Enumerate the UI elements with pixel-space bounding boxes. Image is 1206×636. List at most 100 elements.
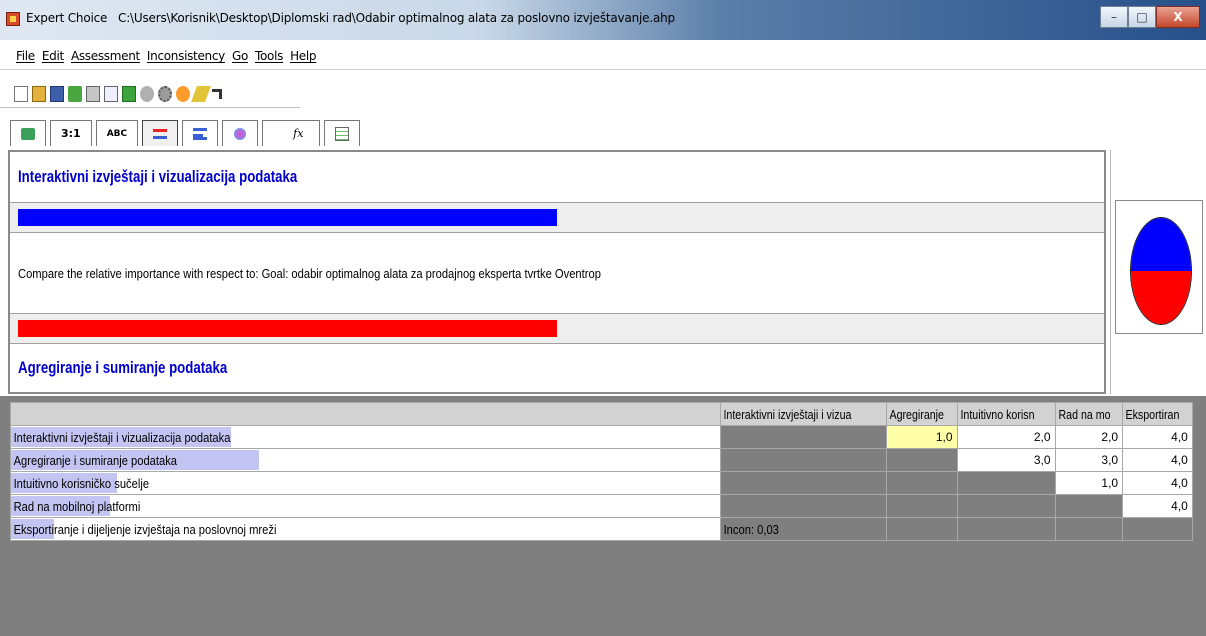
comparison-matrix: Interaktivni izvještaji i vizua Agregira… — [10, 402, 1193, 541]
matrix-cell-disabled — [1054, 494, 1124, 518]
column-header[interactable]: Interaktivni izvještaji i vizua — [720, 402, 887, 426]
redo-icon[interactable] — [176, 85, 190, 102]
column-header[interactable]: Agregiranje — [886, 402, 958, 426]
matrix-cell-disabled — [720, 471, 887, 495]
formula-icon: fx — [293, 127, 304, 140]
bottom-item-bar[interactable] — [18, 320, 557, 337]
pie-slice-top — [1131, 218, 1191, 271]
matrix-cell[interactable]: 1,0 — [1054, 471, 1124, 495]
row-label-text: Agregiranje i sumiranje podataka — [13, 452, 178, 468]
matrix-cell-disabled — [956, 517, 1056, 541]
menu-inconsistency[interactable]: Inconsistency — [147, 49, 225, 63]
graphical-comparison-icon — [153, 128, 168, 139]
top-item-label: Interaktivni izvještaji i vizualizacija … — [18, 167, 298, 186]
row-label-text: Intuitivno korisničko sučelje — [13, 475, 150, 491]
pie-column — [1110, 150, 1206, 394]
matrix-cell-disabled — [886, 517, 958, 541]
magic-wand-icon[interactable] — [191, 85, 211, 102]
column-header[interactable]: Rad na mo — [1054, 402, 1124, 426]
column-header[interactable]: Eksportiran — [1122, 402, 1193, 426]
matrix-cell-disabled — [720, 425, 887, 449]
new-file-icon[interactable] — [14, 85, 28, 102]
matrix-cell[interactable]: 2,0 — [1054, 425, 1124, 449]
bars-icon — [193, 127, 208, 140]
view-tabs: 3:1 ABC fx — [0, 112, 1206, 146]
menu-tools[interactable]: Tools — [255, 49, 283, 63]
expert-choice-app-icon — [6, 12, 20, 26]
toolbar — [0, 80, 300, 108]
print-icon[interactable] — [86, 85, 100, 102]
top-item-bar[interactable] — [18, 209, 557, 226]
open-folder-icon[interactable] — [32, 85, 46, 102]
bottom-bar-row[interactable] — [10, 313, 1104, 344]
column-header[interactable]: Intuitivno korisn — [956, 402, 1056, 426]
row-label[interactable]: Rad na mobilnoj platformi — [10, 494, 721, 518]
matrix-cell[interactable]: 3,0 — [1054, 448, 1124, 472]
pie-chart-box[interactable] — [1115, 200, 1203, 334]
checkmark-icon[interactable] — [68, 85, 82, 102]
row-label[interactable]: Interaktivni izvještaji i vizualizacija … — [10, 425, 721, 449]
bottom-item-label: Agregiranje i sumiranje podataka — [18, 358, 228, 377]
row-label-text: Rad na mobilnoj platformi — [13, 498, 141, 514]
save-disk-icon[interactable] — [50, 85, 64, 102]
tree-view-icon — [21, 127, 35, 140]
print-preview-icon[interactable] — [104, 85, 118, 102]
top-bar-row[interactable] — [10, 202, 1104, 233]
menu-bar: File Edit Assessment Inconsistency Go To… — [0, 44, 1206, 70]
arrow-up-right-icon[interactable] — [212, 88, 222, 99]
graphical-comparison-panel: Interaktivni izvještaji i vizualizacija … — [8, 150, 1106, 394]
comparison-matrix-area: Interaktivni izvještaji i vizua Agregira… — [0, 396, 1206, 636]
matrix-cell[interactable]: 4,0 — [1122, 448, 1193, 472]
matrix-cell[interactable]: 1,0 — [886, 425, 958, 449]
row-label-text: Eksportiranje i dijeljenje izvještaja na… — [13, 521, 277, 537]
pie-slice-bottom — [1131, 271, 1191, 324]
matrix-cell-disabled — [720, 494, 887, 518]
tab-grid[interactable] — [324, 120, 361, 146]
matrix-cell-disabled — [886, 448, 958, 472]
tab-tree-view[interactable] — [10, 120, 46, 146]
tab-formula[interactable]: fx — [262, 120, 321, 146]
tab-graph[interactable] — [222, 120, 259, 146]
matrix-cell[interactable]: 4,0 — [1122, 471, 1193, 495]
matrix-corner — [10, 402, 721, 426]
tab-verbal[interactable]: ABC — [95, 120, 139, 146]
tab-graphical[interactable] — [142, 120, 179, 146]
matrix-row: Agregiranje i sumiranje podataka 3,0 3,0 4,… — [10, 448, 1193, 472]
tab-bars[interactable] — [182, 120, 219, 146]
top-item-row: Interaktivni izvještaji i vizualizacija … — [10, 152, 1104, 202]
matrix-cell-disabled — [956, 471, 1056, 495]
matrix-cell[interactable]: 4,0 — [1122, 425, 1193, 449]
calculator-icon[interactable] — [122, 85, 136, 102]
row-label-text: Interaktivni izvještaji i vizualizacija … — [13, 429, 231, 445]
window-title: Expert Choice C:\Users\Korisnik\Desktop\… — [26, 11, 675, 25]
menu-edit[interactable]: Edit — [42, 49, 64, 63]
menu-assessment[interactable]: Assessment — [71, 49, 140, 63]
row-label[interactable]: Agregiranje i sumiranje podataka — [10, 448, 721, 472]
matrix-row: Eksportiranje i dijeljenje izvještaja na… — [10, 517, 1193, 541]
matrix-row: Rad na mobilnoj platformi 4,0 — [10, 494, 1193, 518]
pie-chart[interactable] — [1130, 217, 1192, 325]
close-button[interactable]: X — [1156, 6, 1200, 28]
menu-go[interactable]: Go — [232, 49, 248, 63]
matrix-cell[interactable]: 3,0 — [956, 448, 1056, 472]
tab-numerical[interactable]: 3:1 — [50, 120, 92, 146]
menu-help[interactable]: Help — [290, 49, 316, 63]
comparison-prompt: Compare the relative importance with res… — [18, 265, 601, 281]
row-label[interactable]: Intuitivno korisničko sučelje — [10, 471, 721, 495]
app-name: Expert Choice — [26, 11, 108, 25]
row-label[interactable]: Eksportiranje i dijeljenje izvještaja na… — [10, 517, 721, 541]
matrix-cell-disabled — [1122, 517, 1193, 541]
grey-tool-icon[interactable] — [140, 85, 154, 102]
menu-file[interactable]: File — [16, 49, 35, 63]
matrix-header-row: Interaktivni izvještaji i vizua Agregira… — [10, 402, 1193, 426]
maximize-button[interactable]: □ — [1128, 6, 1156, 28]
matrix-cell[interactable]: 4,0 — [1122, 494, 1193, 518]
comparison-prompt-row: Compare the relative importance with res… — [10, 233, 1104, 313]
title-bar: Expert Choice C:\Users\Korisnik\Desktop\… — [0, 0, 1206, 40]
file-path: C:\Users\Korisnik\Desktop\Diplomski rad\… — [118, 11, 675, 25]
matrix-cell[interactable]: 2,0 — [956, 425, 1056, 449]
minimize-button[interactable]: – — [1100, 6, 1128, 28]
matrix-cell-disabled — [1054, 517, 1124, 541]
gear-icon[interactable] — [158, 85, 172, 102]
inconsistency-value: Incon: 0,03 — [723, 521, 779, 537]
